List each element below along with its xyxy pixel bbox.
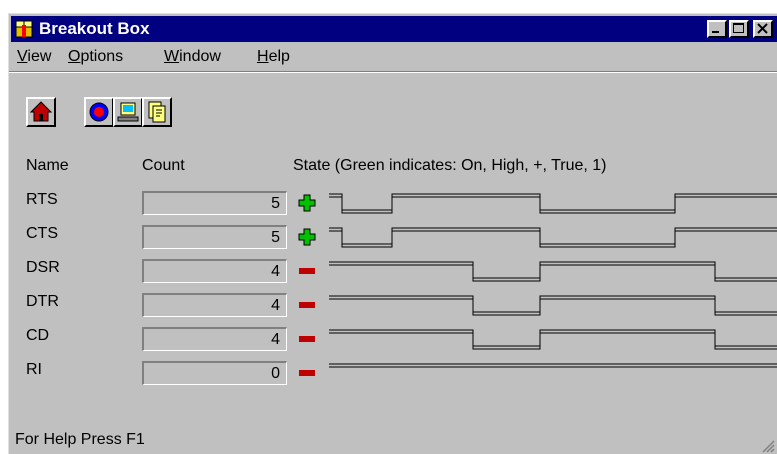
minimize-icon bbox=[712, 31, 719, 33]
state-plus-icon bbox=[298, 194, 316, 212]
waveform bbox=[329, 227, 777, 248]
menu-separator bbox=[9, 71, 777, 73]
state-minus-icon bbox=[299, 268, 315, 274]
menu-options[interactable]: Options bbox=[68, 48, 123, 66]
state-plus-icon bbox=[298, 228, 316, 246]
waveform bbox=[329, 363, 777, 368]
count-field: 0 bbox=[142, 361, 287, 385]
monitor-icon bbox=[117, 102, 139, 122]
home-button[interactable] bbox=[26, 97, 56, 127]
count-field: 4 bbox=[142, 293, 287, 317]
record-icon bbox=[89, 102, 109, 122]
record-button[interactable] bbox=[84, 97, 114, 127]
count-field: 4 bbox=[142, 259, 287, 283]
waveform bbox=[329, 261, 777, 282]
state-minus-icon bbox=[299, 336, 315, 342]
minimize-button[interactable] bbox=[707, 20, 727, 38]
menu-help[interactable]: Help bbox=[257, 48, 290, 66]
window-title: Breakout Box bbox=[39, 19, 150, 38]
menu-bar: View Options Window Help bbox=[9, 44, 777, 70]
state-minus-icon bbox=[299, 370, 315, 376]
waveform bbox=[329, 295, 777, 316]
copy-icon bbox=[148, 101, 166, 123]
title-bar[interactable]: Breakout Box bbox=[11, 16, 777, 42]
column-header-count: Count bbox=[142, 157, 185, 174]
status-bar: For Help Press F1 bbox=[9, 427, 777, 454]
signal-name: DSR bbox=[26, 259, 60, 276]
signal-name: RTS bbox=[26, 191, 58, 208]
column-header-state: State (Green indicates: On, High, +, Tru… bbox=[293, 157, 607, 174]
breakout-box-icon bbox=[15, 20, 33, 38]
count-field: 4 bbox=[142, 327, 287, 351]
close-button[interactable] bbox=[753, 20, 773, 38]
waveform bbox=[329, 193, 777, 214]
menu-view[interactable]: View bbox=[17, 48, 51, 66]
home-icon bbox=[29, 101, 53, 122]
signal-name: RI bbox=[26, 361, 42, 378]
breakout-box-window: Breakout Box View Options Window Help Na… bbox=[8, 13, 777, 454]
signal-name: DTR bbox=[26, 293, 59, 310]
signal-name: CD bbox=[26, 327, 50, 344]
state-minus-icon bbox=[299, 302, 315, 308]
maximize-button[interactable] bbox=[729, 20, 749, 38]
status-text: For Help Press F1 bbox=[15, 431, 145, 448]
copy-button[interactable] bbox=[142, 97, 172, 127]
count-field: 5 bbox=[142, 225, 287, 249]
count-field: 5 bbox=[142, 191, 287, 215]
resize-grip-icon[interactable] bbox=[761, 439, 775, 453]
column-header-name: Name bbox=[26, 157, 69, 174]
close-icon bbox=[757, 23, 768, 34]
signal-name: CTS bbox=[26, 225, 58, 242]
waveform bbox=[329, 329, 777, 350]
menu-window[interactable]: Window bbox=[164, 48, 221, 66]
monitor-button[interactable] bbox=[113, 97, 143, 127]
maximize-icon bbox=[733, 23, 744, 33]
